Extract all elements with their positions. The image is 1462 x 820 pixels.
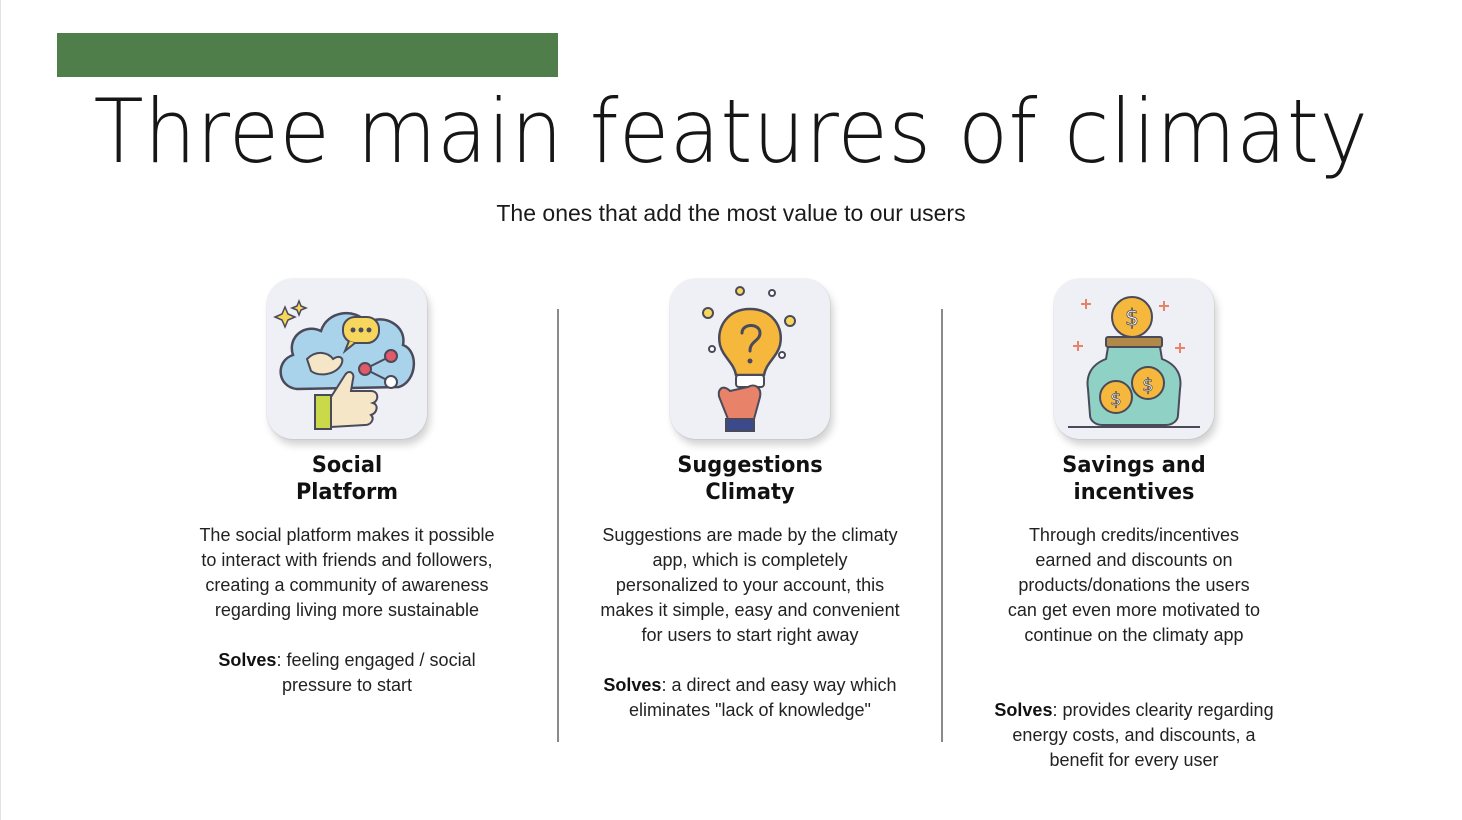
solves-text: : a direct and easy way which eliminates…	[629, 675, 897, 720]
feature-solves: Solves: a direct and easy way which elim…	[600, 673, 900, 723]
accent-bar	[57, 33, 558, 77]
feature-social-platform: Social Platform The social platform make…	[197, 270, 497, 698]
feature-solves: Solves: feeling engaged / social pressur…	[197, 648, 497, 698]
feature-description: Through credits/incentives earned and di…	[1007, 525, 1261, 645]
lightbulb-question-icon	[670, 279, 830, 439]
coin-jar-icon: $ $ $	[1054, 279, 1214, 439]
feature-description: Suggestions are made by the climaty app,…	[600, 525, 900, 645]
svg-text:$: $	[1110, 389, 1121, 410]
feature-title-line2: Platform	[295, 480, 399, 505]
feature-savings-incentives: $ $ $ Savings and incentives Through cre…	[984, 270, 1284, 773]
feature-title-line2: Climaty	[705, 480, 795, 505]
solves-text: : feeling engaged / social pressure to s…	[276, 650, 476, 695]
solves-label: Solves	[994, 700, 1053, 720]
solves-label: Solves	[603, 675, 662, 695]
slide-border	[0, 0, 1, 820]
feature-title-line2: incentives	[1073, 480, 1195, 505]
divider-left	[557, 309, 559, 742]
feature-suggestions-climaty: Suggestions Climaty Suggestions are made…	[600, 270, 900, 723]
feature-solves: Solves: provides clearity regarding ener…	[984, 698, 1284, 773]
solves-label: Solves	[218, 650, 277, 670]
feature-description: The social platform makes it possible to…	[199, 525, 495, 620]
feature-title-line1: Suggestions	[677, 453, 823, 478]
slide-title: Three main features of climaty	[93, 80, 1369, 183]
svg-text:$: $	[1125, 306, 1139, 331]
divider-right	[941, 309, 943, 742]
slide-subtitle: The ones that add the most value to our …	[496, 200, 966, 226]
feature-title-line1: Savings and	[1062, 453, 1206, 478]
solves-text: : provides clearity regarding energy cos…	[1012, 700, 1274, 770]
feature-title-line1: Social	[311, 453, 383, 478]
social-cloud-icon	[267, 279, 427, 439]
svg-text:$: $	[1142, 375, 1153, 396]
